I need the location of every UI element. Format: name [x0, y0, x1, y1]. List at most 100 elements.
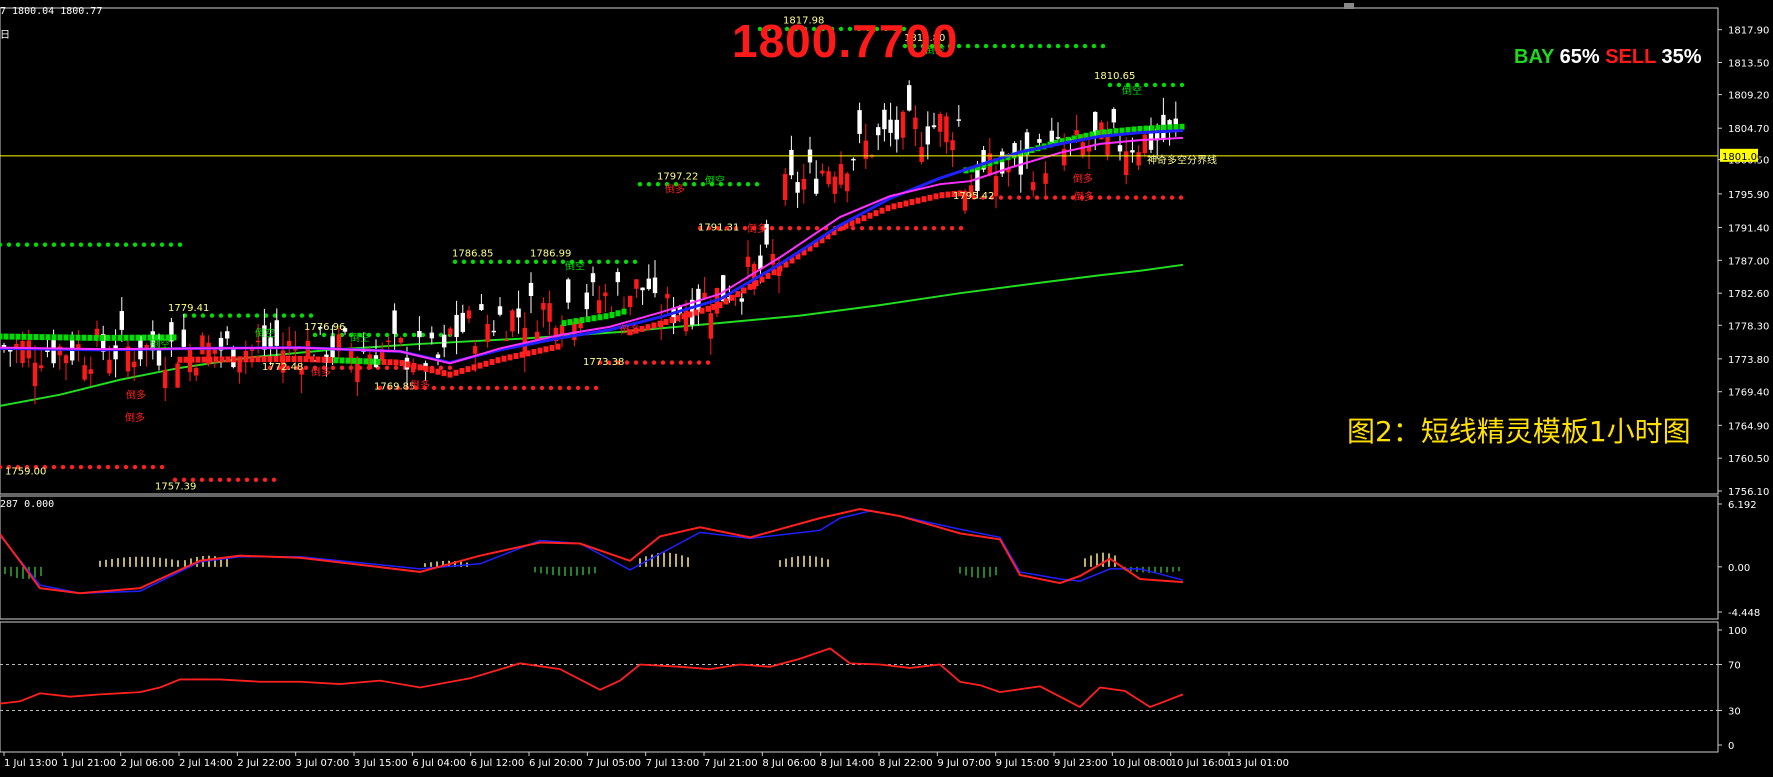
resistance-dot [470, 259, 476, 265]
support-dot [141, 464, 147, 470]
stair-block [207, 356, 213, 363]
price-label: 1772.48 [262, 362, 303, 373]
stair-block [879, 207, 885, 214]
stair-block [477, 362, 483, 369]
x-tick-label: 2 Jul 22:00 [237, 758, 291, 769]
candle-body [640, 287, 645, 291]
support-dot [593, 385, 599, 391]
stair-block [357, 358, 363, 365]
support-dot [503, 385, 509, 391]
candle-body [801, 178, 806, 190]
stair-block [939, 192, 945, 199]
x-tick-label: 9 Jul 23:00 [1054, 758, 1108, 769]
candle-body [491, 330, 496, 333]
osc-y-tick-label: 0 [1728, 741, 1734, 752]
stair-block [525, 350, 531, 357]
candle-body [107, 359, 112, 374]
candle-body [243, 350, 248, 358]
support-dot [769, 226, 775, 231]
support-dot [69, 464, 75, 470]
resistance-dot [1152, 82, 1158, 88]
price-label: 1791.31 [698, 222, 739, 233]
support-dot [485, 385, 491, 391]
candle-body [8, 350, 13, 352]
price-chart-svg[interactable]: 1817.901813.501809.201804.701800.501795.… [0, 0, 1773, 777]
pane-frame-2 [0, 495, 1719, 620]
candle-body [634, 279, 639, 289]
stair-block [303, 356, 309, 363]
candle-body [907, 85, 912, 111]
stair-block [201, 356, 207, 363]
support-dot [330, 365, 336, 371]
resistance-dot [1170, 82, 1176, 88]
support-dot [1061, 195, 1067, 200]
stair-block [855, 217, 861, 224]
candle-body [392, 310, 397, 334]
x-tick-label: 7 Jul 05:00 [587, 758, 641, 769]
resistance-dot [497, 259, 503, 265]
candle-body [479, 304, 484, 311]
stair-block [243, 356, 249, 363]
stair-block [741, 287, 747, 294]
resistance-dot [6, 242, 12, 247]
resistance-dot [1116, 82, 1122, 88]
stair-block [363, 358, 369, 365]
stair-block [405, 361, 411, 368]
stair-block [453, 369, 459, 376]
stair-block [213, 356, 219, 363]
resistance-dot [321, 332, 327, 338]
candle-body [795, 182, 800, 193]
support-dot [1025, 195, 1031, 200]
resistance-dot [24, 242, 30, 247]
stair-block [597, 314, 603, 321]
stair-block [585, 316, 591, 323]
y-tick-label: 1764.90 [1728, 421, 1769, 432]
stair-block [381, 359, 387, 366]
support-dot [557, 385, 563, 391]
signal-tag-green: 倒空 [255, 326, 275, 339]
support-dot [150, 464, 156, 470]
signal-tag-red: 倒多 [125, 411, 145, 424]
sell-label: SELL [1605, 46, 1656, 68]
candle-body [330, 336, 335, 358]
stair-block [117, 334, 123, 341]
x-tick-label: 8 Jul 06:00 [762, 758, 816, 769]
stair-block [891, 203, 897, 210]
support-dot [78, 464, 84, 470]
candle-body [516, 308, 521, 318]
x-tick-label: 8 Jul 14:00 [821, 758, 875, 769]
candle-body [1012, 143, 1017, 154]
stair-block [657, 320, 663, 327]
current-price-display: 1800.7700 [732, 15, 959, 67]
support-dot [1169, 195, 1175, 200]
stair-block [87, 334, 93, 341]
resistance-dot [1073, 43, 1079, 49]
ma-magenta-line [0, 136, 1184, 365]
candle-body [783, 173, 788, 201]
candle-body [473, 346, 478, 354]
candle-body [931, 125, 937, 128]
resistance-dot [1055, 43, 1061, 49]
support-dot [226, 477, 232, 483]
stair-block [45, 334, 51, 341]
resistance-dot [992, 43, 998, 49]
resistance-dot [308, 313, 314, 318]
support-dot [1160, 195, 1166, 200]
support-dot [123, 464, 129, 470]
resistance-dot [1028, 43, 1034, 49]
support-dot [633, 360, 639, 365]
candle-body [119, 311, 124, 330]
candle-body [144, 344, 149, 349]
stair-block [99, 334, 105, 341]
stair-block [33, 334, 39, 341]
candle-body [1136, 152, 1141, 166]
stair-block [135, 334, 141, 341]
stair-block [729, 294, 735, 301]
buy-percent: 65% [1559, 46, 1600, 68]
stair-block [903, 200, 909, 207]
candle-body [163, 369, 168, 389]
candle-body [882, 109, 887, 130]
stair-block [579, 317, 585, 324]
macd-signal-line [0, 510, 1184, 594]
resistance-dot [1010, 43, 1016, 49]
